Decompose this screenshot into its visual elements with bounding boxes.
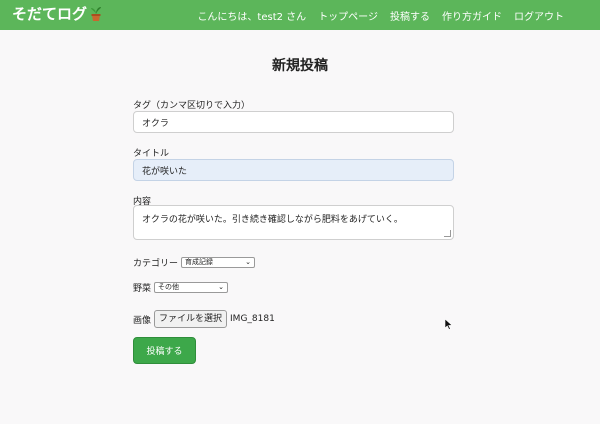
chevron-down-icon: ⌄ [245, 258, 252, 266]
potted-plant-icon [91, 7, 102, 21]
nav-link-guide[interactable]: 作り方ガイド [442, 8, 502, 23]
category-select[interactable]: 育成記録 ⌄ [181, 257, 256, 268]
brand-logo[interactable]: そだてログ [12, 4, 103, 24]
submit-button[interactable]: 投稿する [133, 337, 196, 364]
page-title: 新規投稿 [272, 58, 328, 74]
top-navbar: そだてログ こんにちは、test2 さん トップページ 投稿する 作り方ガイド … [0, 0, 600, 30]
tags-input[interactable]: オクラ [133, 111, 454, 133]
vegetable-row: 野菜 その他 ⌄ [133, 281, 229, 294]
brand-name: そだてログ [12, 5, 88, 23]
vegetable-select[interactable]: その他 ⌄ [154, 282, 229, 293]
user-greeting: こんにちは、test2 さん [197, 11, 307, 23]
image-row: 画像 ファイルを選択 IMG_8181 [133, 310, 275, 328]
title-input[interactable]: 花が咲いた [133, 159, 454, 181]
category-select-value: 育成記録 [185, 258, 214, 266]
category-label: カテゴリー [133, 259, 179, 269]
header-nav: こんにちは、test2 さん トップページ 投稿する 作り方ガイド ログアウト [197, 0, 564, 30]
mouse-pointer-icon [445, 319, 453, 330]
chevron-down-icon: ⌄ [218, 283, 225, 291]
file-select-button[interactable]: ファイルを選択 [154, 310, 228, 328]
resize-handle[interactable] [444, 230, 451, 237]
nav-link-top[interactable]: トップページ [318, 8, 378, 23]
tags-label: タグ（カンマ区切りで入力） [133, 101, 251, 111]
title-label: タイトル [133, 149, 170, 159]
title-input-value: 花が咲いた [142, 166, 188, 177]
image-label: 画像 [133, 315, 152, 326]
nav-link-logout[interactable]: ログアウト [514, 8, 564, 23]
vegetable-label: 野菜 [133, 284, 152, 294]
content-textarea-value: オクラの花が咲いた。引き続き確認しながら肥料をあげていく。 [142, 215, 403, 225]
selected-file-name: IMG_8181 [230, 314, 275, 324]
category-row: カテゴリー 育成記録 ⌄ [133, 256, 256, 269]
content-textarea[interactable]: オクラの花が咲いた。引き続き確認しながら肥料をあげていく。 [133, 205, 454, 240]
tags-input-value: オクラ [142, 118, 169, 129]
nav-link-post[interactable]: 投稿する [390, 8, 430, 23]
vegetable-select-value: その他 [158, 283, 180, 291]
submit-button-label: 投稿する [146, 347, 183, 357]
